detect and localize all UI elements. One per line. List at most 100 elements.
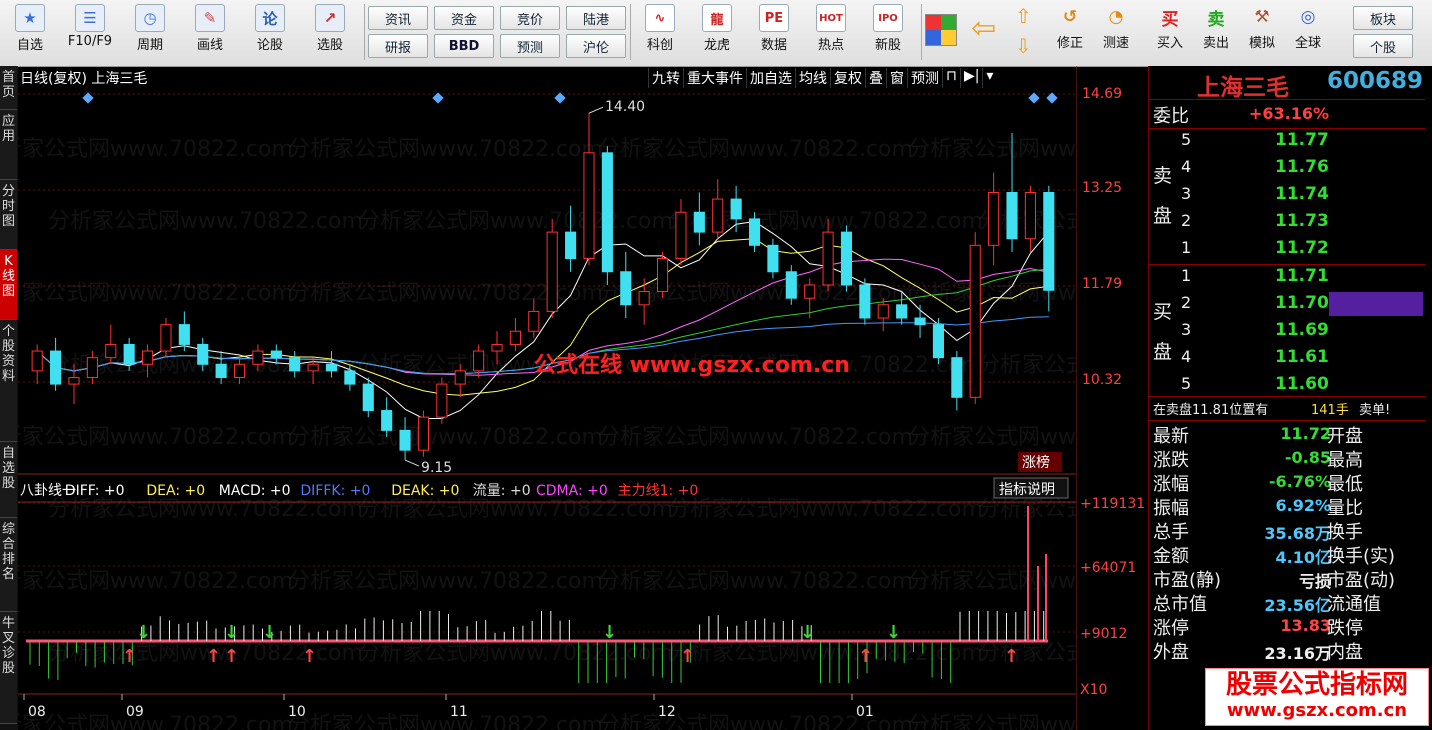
watermark-text: 分析家公式网www.70822.com <box>18 713 293 730</box>
toolbar-text-button[interactable]: 资金 <box>434 6 494 30</box>
event-marker-icon[interactable] <box>1028 92 1040 104</box>
buy-signal-arrow-icon: ↑ <box>858 646 873 667</box>
candle-body <box>896 304 908 319</box>
kline-chart[interactable]: 分析家公式网www.70822.com 分析家公式网www.70822.com 分析… <box>18 66 1076 730</box>
candle-body <box>675 211 687 260</box>
toolbar-pen-button[interactable]: ✎ 画线 <box>184 2 236 62</box>
left-tab-2[interactable]: 分时图 <box>0 180 17 250</box>
left-tab-4[interactable]: 个股资料 <box>0 320 17 442</box>
sell-signal-arrow-icon: ↓ <box>886 622 901 643</box>
left-tab-char: 应 <box>1 114 15 129</box>
toolbar-text-button[interactable]: 沪伦 <box>566 34 626 58</box>
indicator-scale-label: +64071 <box>1080 560 1136 576</box>
divider <box>1149 396 1425 397</box>
left-tab-5[interactable]: 自选股 <box>0 442 17 518</box>
buy-level: 1 <box>1181 266 1192 285</box>
promo-banner[interactable]: 股票公式指标网 www.gszx.com.cn <box>1205 668 1429 726</box>
next-icon[interactable]: ▶| <box>959 68 982 88</box>
candle-body <box>197 343 209 365</box>
chart-tab[interactable]: 预测 <box>907 68 942 88</box>
arrow-up-icon[interactable]: ⇧ <box>1015 4 1032 28</box>
left-tab-7[interactable]: 牛叉诊股 <box>0 612 17 724</box>
chart-tab[interactable]: 窗 <box>886 68 907 88</box>
candle-body <box>969 244 981 398</box>
arrow-down-icon[interactable]: ⇩ <box>1015 34 1032 58</box>
candle-body <box>417 416 430 451</box>
toolbar-text-button[interactable]: 陆港 <box>566 6 626 30</box>
month-label: 09 <box>126 704 144 720</box>
stat-label-right: 开盘 <box>1327 426 1363 447</box>
toolbar-text-button[interactable]: 研报 <box>368 34 428 58</box>
toolbar-hot-button[interactable]: HOT 热点 <box>805 2 857 62</box>
candle-body <box>31 350 43 372</box>
toolbar-text-button[interactable]: 板块 <box>1353 6 1413 30</box>
left-tab-1[interactable]: 应用 <box>0 110 17 180</box>
chart-tab[interactable]: 重大事件 <box>683 68 746 88</box>
candle-body <box>1006 191 1018 240</box>
buy-signal-arrow-icon: ↑ <box>302 646 317 667</box>
toolbar-text-button[interactable]: 个股 <box>1353 34 1413 58</box>
left-tab-3[interactable]: K线图 <box>0 250 17 320</box>
arrow-left-icon[interactable]: ⇦ <box>971 14 996 44</box>
candle-body <box>141 350 154 365</box>
left-tab-char: 选 <box>1 461 15 476</box>
toolbar-clock-button[interactable]: ◷ 周期 <box>124 2 176 62</box>
indicator-scale-label: +119131 <box>1080 496 1145 512</box>
toolbar-ipo-button[interactable]: IPO 新股 <box>862 2 914 62</box>
toolbar-text-button[interactable]: BBD <box>434 34 494 58</box>
chart-tab[interactable]: 加自选 <box>746 68 795 88</box>
toolbar-select-stock-button[interactable]: ↗ 选股 <box>304 2 356 62</box>
stock-code: 600689 <box>1327 68 1424 94</box>
chart-tab[interactable]: 九转 <box>648 68 683 88</box>
candle-body <box>399 429 411 451</box>
left-tab-0[interactable]: 首页 <box>0 66 17 110</box>
buy-signal-arrow-icon: ↑ <box>122 646 137 667</box>
simulate-icon: ⚒ <box>1254 7 1270 27</box>
toolbar-data-button[interactable]: PE 数据 <box>748 2 800 62</box>
toolbar-text-button[interactable]: 预测 <box>500 34 560 58</box>
toolbar-text-button[interactable]: 资讯 <box>368 6 428 30</box>
color-grid-icon[interactable] <box>925 14 957 46</box>
toolbar-f10-button[interactable]: ☰ F10/F9 <box>64 2 116 62</box>
lock-icon[interactable]: ⊓ <box>942 68 960 88</box>
candle-body <box>804 284 816 299</box>
left-tab-char: 料 <box>1 369 15 384</box>
sell-price: 11.74 <box>1275 184 1329 204</box>
toolbar-star-button[interactable]: ★ 自选 <box>4 2 56 62</box>
chart-tab[interactable]: 复权 <box>830 68 865 88</box>
watermark-text: 分析家公式网www.70822.com <box>288 137 603 162</box>
toolbar-buy-button[interactable]: 买买入 <box>1147 2 1193 62</box>
toolbar-fix-button[interactable]: ↺ 修正 <box>1047 2 1093 62</box>
candle-body <box>436 383 448 418</box>
toolbar-kechuang-button[interactable]: ∿ 科创 <box>634 2 686 62</box>
chart-tab[interactable]: 均线 <box>795 68 830 88</box>
candle-body <box>601 152 613 273</box>
divider <box>1149 264 1425 265</box>
toolbar-discuss-button[interactable]: 论论股 <box>244 2 296 62</box>
indicator-legend-item: DEAK: +0 <box>391 483 459 499</box>
toolbar-text-button[interactable]: 竞价 <box>500 6 560 30</box>
sell-price: 11.76 <box>1275 157 1329 177</box>
speed-icon: ◔ <box>1108 7 1124 27</box>
chart-overlay-text: 公式在线 www.gszx.com.cn <box>534 352 850 378</box>
weibi-label: 委比 <box>1153 106 1189 127</box>
toolbar-simulate-button[interactable]: ⚒ 模拟 <box>1239 2 1285 62</box>
toolbar-longhu-button[interactable]: 龍龙虎 <box>691 2 743 62</box>
toolbar-label: 卖出 <box>1202 36 1229 51</box>
chart-tab[interactable]: 叠 <box>865 68 886 88</box>
sell-signal-arrow-icon: ↓ <box>224 622 239 643</box>
chevron-down-icon[interactable]: ▾ <box>982 68 996 88</box>
stat-value: 6.92% <box>1275 496 1331 515</box>
toolbar-sell-button[interactable]: 卖卖出 <box>1193 2 1239 62</box>
low-pointer <box>404 459 420 467</box>
toolbar-label: 论股 <box>256 38 283 53</box>
left-tab-6[interactable]: 综合排名 <box>0 518 17 612</box>
toolbar-speed-button[interactable]: ◔ 测速 <box>1093 2 1139 62</box>
candle-body <box>68 376 80 385</box>
stat-label: 外盘 <box>1153 642 1189 663</box>
watermark-text: 分析家公式网www.70822.com <box>288 425 603 450</box>
toolbar-globe-button[interactable]: ◎ 全球 <box>1285 2 1331 62</box>
watermark-text: 分析家公式网www.70822.com <box>358 209 673 234</box>
watermark-text: 分析家公式网www.70822.com <box>18 281 293 306</box>
high-label: 14.40 <box>605 99 645 115</box>
